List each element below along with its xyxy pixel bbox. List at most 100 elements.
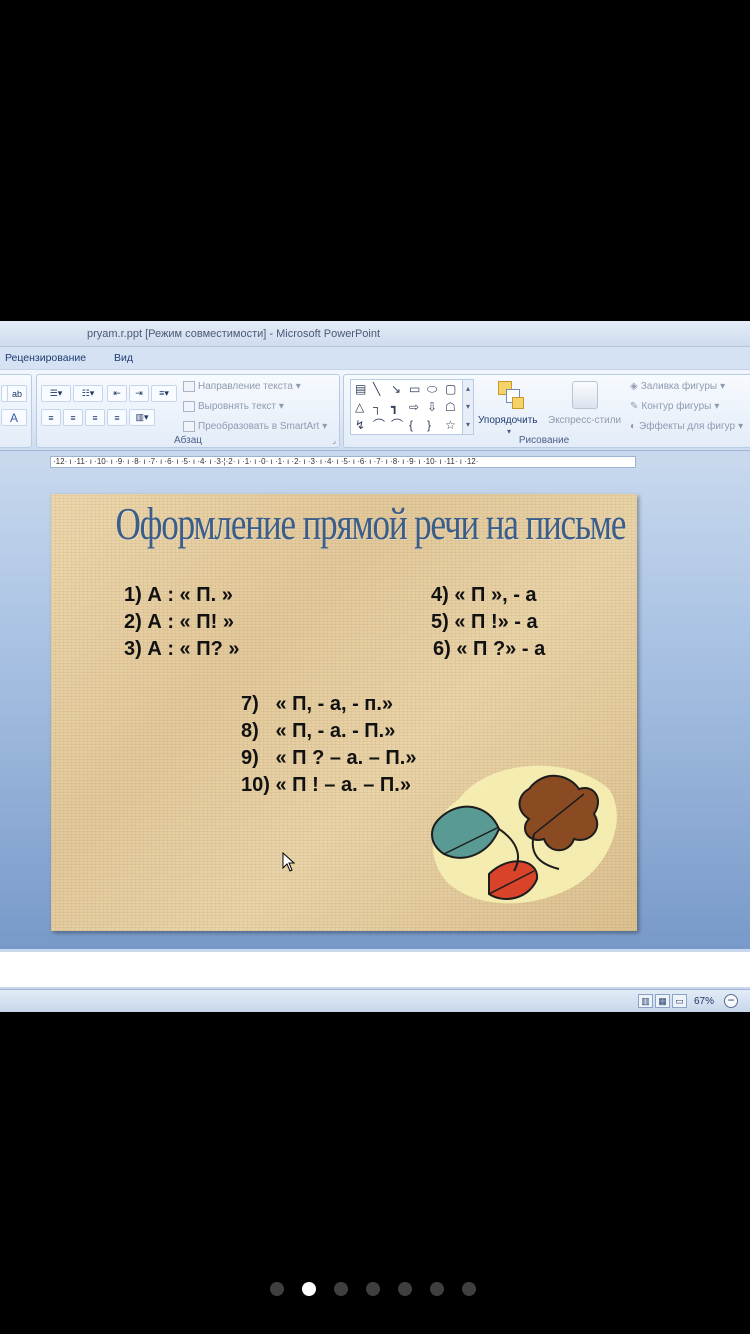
arrow-line-icon[interactable]: ↘ (391, 383, 401, 395)
paragraph-group: ☰▾ ☷▾ ⇤ ⇥ ≡▾ ≡ ≡ ≡ ≡ ▥▾ Направление текс… (36, 374, 340, 448)
convert-smartart-label: Преобразовать в SmartArt (198, 421, 320, 432)
quick-styles-icon[interactable] (572, 381, 598, 409)
align-right-icon[interactable]: ≡ (85, 409, 105, 426)
pen-icon: ✎ (630, 401, 639, 412)
text-direction-icon (183, 381, 195, 392)
rounded-rect-icon[interactable]: ▢ (445, 383, 456, 395)
line-icon[interactable]: ╲ (373, 383, 380, 395)
slide[interactable]: Оформление прямой речи на письме 1) А : … (51, 494, 637, 931)
ruler-area: ·12· ı ·11· ı ·10· ı ·9· ı ·8· ı ·7· ı ·… (0, 451, 750, 469)
rule-3: 3) А : « П? » (124, 638, 240, 660)
bullets-icon[interactable]: ☰▾ (41, 385, 71, 402)
dialog-launcher-icon[interactable]: ⌟ (332, 436, 336, 445)
tab-view[interactable]: Вид (114, 352, 133, 364)
rule-10: 10) « П ! – а. – П.» (241, 774, 411, 796)
powerpoint-window: pryam.r.ppt [Режим совместимости] - Micr… (0, 321, 750, 1012)
down-arrow-icon[interactable]: ⇩ (427, 401, 437, 413)
window-title: pryam.r.ppt [Режим совместимости] - Micr… (87, 328, 381, 340)
shape-outline-label: Контур фигуры (641, 401, 712, 412)
shape-effects-label: Эффекты для фигур (639, 421, 736, 432)
elbow-connector-icon[interactable]: ┐ (373, 401, 382, 413)
smartart-icon (183, 421, 195, 432)
page-dot-6[interactable] (430, 1282, 444, 1296)
right-arrow-icon[interactable]: ⇨ (409, 401, 419, 413)
star-icon[interactable]: ☆ (445, 419, 456, 431)
gallery-scroll[interactable]: ▴ ▾ ▾ (462, 379, 474, 435)
shape-fill-label: Заливка фигуры (640, 381, 718, 392)
shape-fill-command[interactable]: ◈ Заливка фигуры ▾ (630, 381, 725, 392)
align-text-label: Выровнять текст (198, 401, 276, 412)
shape-effects-command[interactable]: ◐ Эффекты для фигур ▾ (630, 421, 743, 432)
page-dot-4[interactable] (366, 1282, 380, 1296)
arrange-icon[interactable] (496, 381, 526, 411)
slide-title: Оформление прямой речи на письме (115, 499, 626, 549)
page-dot-5[interactable] (398, 1282, 412, 1296)
numbering-icon[interactable]: ☷▾ (73, 385, 103, 402)
rule-6: 6) « П ?» - а (433, 638, 546, 660)
zoom-out-icon[interactable]: − (724, 994, 738, 1008)
align-left-icon[interactable]: ≡ (41, 409, 61, 426)
rule-1: 1) А : « П. » (124, 584, 233, 606)
line-spacing-icon[interactable]: ≡▾ (151, 385, 177, 402)
arrow-pointer-icon (282, 852, 296, 872)
status-bar: ▥ ▦ ▭ 67% − (0, 989, 750, 1012)
rule-2: 2) А : « П! » (124, 611, 234, 633)
shape-outline-command[interactable]: ✎ Контур фигуры ▾ (630, 401, 719, 412)
text-box-icon[interactable]: ▤ (355, 383, 366, 395)
callout-icon[interactable]: ☖ (445, 401, 456, 413)
paint-bucket-icon: ◈ (630, 381, 638, 392)
notes-pane[interactable] (0, 949, 750, 989)
rule-5: 5) « П !» - а (431, 611, 538, 633)
decrease-indent-icon[interactable]: ⇤ (107, 385, 127, 402)
align-text-command[interactable]: Выровнять текст ▾ (183, 401, 284, 412)
oval-icon[interactable]: ⬭ (427, 383, 437, 395)
slideshow-icon[interactable]: ▭ (672, 994, 687, 1008)
text-direction-command[interactable]: Направление текста ▾ (183, 381, 301, 392)
ribbon: ab A ☰▾ ☷▾ ⇤ ⇥ ≡▾ ≡ ≡ ≡ ≡ ▥▾ Направление… (0, 369, 750, 451)
autumn-leaves-clipart (431, 765, 617, 904)
rule-7: 7) « П, - а, - п.» (241, 693, 394, 715)
justify-icon[interactable]: ≡ (107, 409, 127, 426)
right-brace-icon[interactable]: } (427, 419, 431, 431)
font-group: ab A (0, 374, 32, 448)
horizontal-ruler[interactable]: ·12· ı ·11· ı ·10· ı ·9· ı ·8· ı ·7· ı ·… (50, 456, 636, 468)
arrange-label[interactable]: Упорядочить (478, 415, 538, 426)
increase-indent-icon[interactable]: ⇥ (129, 385, 149, 402)
arc-icon[interactable]: ⌒ (391, 419, 403, 431)
app-screen: pryam.r.ppt [Режим совместимости] - Micr… (0, 0, 750, 1334)
columns-icon[interactable]: ▥▾ (129, 409, 155, 426)
slide-workspace: Оформление прямой речи на письме 1) А : … (0, 469, 750, 949)
page-dot-7[interactable] (462, 1282, 476, 1296)
font-color-icon[interactable]: A (1, 409, 27, 426)
text-direction-label: Направление текста (198, 381, 293, 392)
zoom-level[interactable]: 67% (694, 996, 714, 1007)
page-indicator (0, 1282, 750, 1298)
page-dot-2[interactable] (302, 1282, 316, 1296)
elbow-arrow-icon[interactable]: ┓ (391, 401, 398, 413)
rule-4: 4) « П », - а (431, 584, 537, 606)
align-text-icon (183, 401, 195, 412)
title-bar: pryam.r.ppt [Режим совместимости] - Micr… (0, 321, 750, 347)
freeform-icon[interactable]: ↯ (355, 419, 365, 431)
drawing-group-label: Рисование (518, 435, 570, 446)
ribbon-tabs: Рецензирование Вид (0, 347, 750, 369)
rule-8: 8) « П, - а. - П.» (241, 720, 396, 742)
paragraph-group-label: Абзац (173, 435, 203, 446)
convert-smartart-command[interactable]: Преобразовать в SmartArt ▾ (183, 421, 327, 432)
drawing-group: ▤ ╲ ↘ ▭ ⬭ ▢ △ ┐ ┓ ⇨ ⇩ ☖ ↯ ⌒ ⌒ { } ☆ ▴ ▾ … (343, 374, 750, 448)
triangle-icon[interactable]: △ (355, 401, 364, 413)
shapes-gallery[interactable]: ▤ ╲ ↘ ▭ ⬭ ▢ △ ┐ ┓ ⇨ ⇩ ☖ ↯ ⌒ ⌒ { } ☆ (350, 379, 468, 435)
align-center-icon[interactable]: ≡ (63, 409, 83, 426)
quick-styles-label[interactable]: Экспресс-стили (548, 415, 621, 426)
change-case-icon[interactable]: ab (7, 385, 27, 402)
tab-review[interactable]: Рецензирование (5, 352, 86, 364)
rectangle-icon[interactable]: ▭ (409, 383, 420, 395)
normal-view-icon[interactable]: ▥ (638, 994, 653, 1008)
effects-icon: ◐ (630, 421, 637, 432)
left-brace-icon[interactable]: { (409, 419, 413, 431)
page-dot-3[interactable] (334, 1282, 348, 1296)
page-dot-1[interactable] (270, 1282, 284, 1296)
slide-sorter-icon[interactable]: ▦ (655, 994, 670, 1008)
curve-icon[interactable]: ⌒ (373, 419, 385, 431)
rule-9: 9) « П ? – а. – П.» (241, 747, 417, 769)
